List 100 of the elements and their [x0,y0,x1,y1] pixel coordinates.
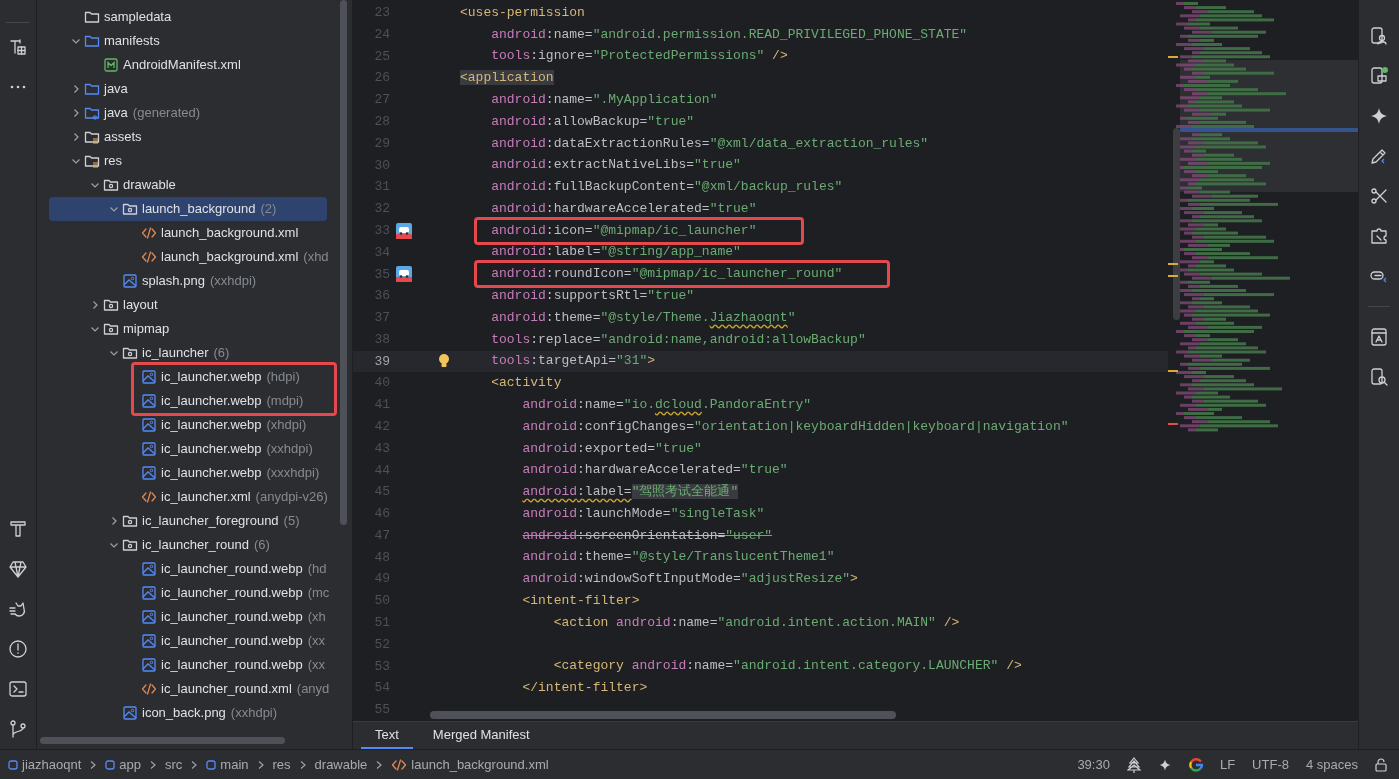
code-line: android:name="android.permission.READ_PRIVILEGED_PHONE_STATE" [490,25,968,44]
xml-file-icon [141,249,157,265]
chevron-icon[interactable] [109,204,119,214]
alert-icon[interactable] [8,639,28,659]
chevron-icon[interactable] [71,84,81,94]
scissors-icon[interactable] [1369,186,1389,206]
chevron-icon[interactable] [90,324,100,334]
breadcrumb[interactable]: jiazhaoqnt [8,754,82,775]
code-line: android:theme="@style/TranslucentTheme1" [521,548,835,567]
chevron-icon[interactable] [71,156,81,166]
chevron-icon[interactable] [109,540,119,550]
chevron-icon[interactable] [71,132,81,142]
tree-item[interactable]: ic_launcher_round.xml (anyd [49,677,327,701]
chevron-icon[interactable] [71,108,81,118]
tree-item[interactable]: ic_launcher_round (6) [49,533,327,557]
device-manager-icon[interactable] [1369,26,1389,46]
code-line: android:icon="@mipmap/ic_launcher" [490,221,757,240]
hammer-icon[interactable] [8,519,28,539]
app-icon-thumbnail[interactable] [396,222,412,239]
xml-file-icon [391,756,408,773]
tree-item[interactable]: ic_launcher_round.webp (xx [49,653,327,677]
breadcrumb[interactable]: app [105,754,141,775]
line-separator[interactable]: LF [1219,754,1236,775]
scrollbar-thumb[interactable] [40,737,285,744]
xml-file-icon [141,225,157,241]
image-file-icon [141,393,157,409]
chevron-icon[interactable] [90,300,100,310]
puzzle-icon[interactable] [1369,226,1389,246]
tree-item[interactable]: mipmap [49,317,327,341]
tree-item[interactable]: java (generated) [49,101,327,125]
tree-item[interactable]: ic_launcher.webp (xxxhdpi) [49,461,327,485]
chevron-icon[interactable] [71,36,81,46]
lightbulb-icon[interactable] [438,353,450,370]
tree-item[interactable]: java [49,77,327,101]
tree-item[interactable]: launch_background (2) [49,197,327,221]
tree-item[interactable]: ic_launcher.webp (xxhdpi) [49,437,327,461]
caret-position[interactable]: 39:30 [1077,754,1110,775]
tree-item[interactable]: ic_launcher.xml (anydpi-v26) [49,485,327,509]
tree-item[interactable]: icon_back.png (xxhdpi) [49,701,327,725]
manifest-icon [103,57,119,73]
code-line: android:label="@string/app_name" [490,243,741,262]
folder-icon [122,201,138,217]
editor-tab[interactable]: Merged Manifest [418,722,544,749]
gem-icon[interactable] [8,559,28,579]
image-file-icon [122,273,138,289]
git-branch-icon[interactable] [8,719,28,739]
tree-item[interactable]: ic_launcher_round.webp (mc [49,581,327,605]
module-icon [206,759,217,770]
tree-item[interactable]: splash.png (xxhdpi) [49,269,327,293]
tree-item[interactable]: drawable [49,173,327,197]
tree-item[interactable]: ic_launcher.webp (mdpi) [49,389,327,413]
code-line: android:fullBackupContent="@xml/backup_rules" [490,178,843,197]
indentation[interactable]: 4 spaces [1305,754,1358,775]
running-devices-icon[interactable] [1369,66,1389,86]
tree-item[interactable]: AndroidManifest.xml [49,53,327,77]
tree-item[interactable]: ic_launcher_round.webp (xh [49,605,327,629]
tree-item[interactable]: manifests [49,29,327,53]
tree-item[interactable]: ic_launcher_round.webp (xx [49,629,327,653]
tree-item[interactable]: ic_launcher_round.webp (hd [49,557,327,581]
code-line: <uses-permission [460,3,585,22]
tree-item[interactable]: launch_background.xml [49,221,327,245]
tree-icon[interactable] [1126,756,1141,773]
chevron-icon[interactable] [90,180,100,190]
tree-item[interactable]: ic_launcher.webp (xhdpi) [49,413,327,437]
build-variants-icon[interactable] [8,37,28,57]
tree-item[interactable]: ic_launcher_foreground (5) [49,509,327,533]
breadcrumb[interactable]: res [272,754,291,775]
code-line: <intent-filter> [521,592,640,610]
scrollbar-thumb[interactable] [430,711,896,719]
breadcrumb[interactable]: src [165,754,183,775]
chevron-icon [256,759,265,770]
folder-icon [84,153,100,169]
code-line: <activity [490,374,562,393]
breadcrumb[interactable]: launch_background.xml [391,754,549,775]
tree-item[interactable]: assets [49,125,327,149]
tree-item[interactable]: ic_launcher (6) [49,341,327,365]
device-search-icon[interactable] [1369,367,1389,387]
code-line: android:roundIcon="@mipmap/ic_launcher_round" [490,265,843,284]
file-encoding[interactable]: UTF-8 [1252,754,1289,775]
breadcrumb[interactable]: main [206,754,249,775]
lock-icon[interactable] [1375,757,1387,772]
xml-file-icon [141,681,157,697]
tree-item[interactable]: res [49,149,327,173]
terminal-icon[interactable] [8,679,28,699]
code-line: android:exported="true" [521,439,702,458]
breadcrumb[interactable]: drawable [314,754,368,775]
tree-item[interactable]: launch_background.xml (xhd [49,245,327,269]
book-icon[interactable] [1369,327,1389,347]
scrollbar-thumb[interactable] [340,0,347,525]
app-icon-thumbnail[interactable] [396,266,412,283]
google-icon[interactable] [1188,757,1203,772]
chevron-icon[interactable] [109,348,119,358]
image-file-icon [141,441,157,457]
code-line: tools:ignore="ProtectedPermissions" /> [490,47,788,66]
tree-item[interactable]: sampledata [49,5,327,29]
image-file-icon [141,369,157,385]
chevron-icon[interactable] [109,516,119,526]
tree-item[interactable]: layout [49,293,327,317]
tree-item[interactable]: ic_launcher.webp (hdpi) [49,365,327,389]
code-line: android:label="驾照考试全能通" [521,483,739,502]
